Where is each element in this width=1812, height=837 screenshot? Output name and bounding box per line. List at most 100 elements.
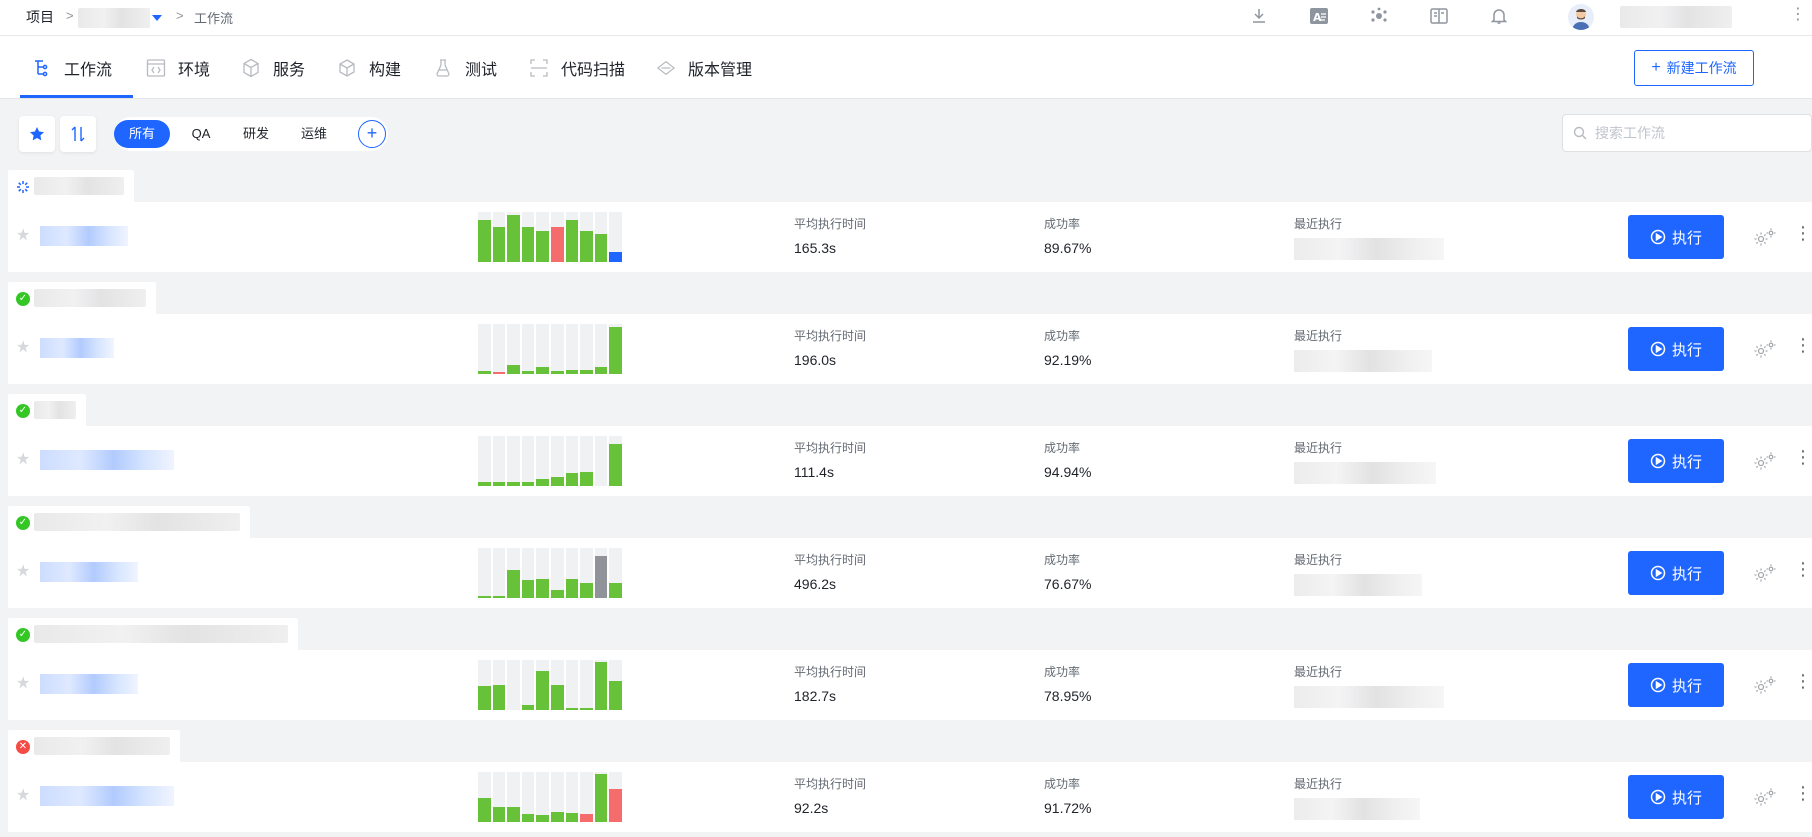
favorite-star-icon[interactable]: ★ <box>16 228 30 244</box>
history-bar-slot[interactable] <box>550 660 564 710</box>
search-input[interactable] <box>1595 125 1795 141</box>
settings-gear-icon[interactable] <box>1752 675 1778 698</box>
tab-version[interactable]: 版本管理 <box>656 55 752 81</box>
favorite-star-icon[interactable]: ★ <box>16 452 30 468</box>
history-bar-slot[interactable] <box>507 212 520 262</box>
tab-service[interactable]: 服务 <box>241 55 305 81</box>
history-bar-slot[interactable] <box>521 660 535 710</box>
plugins-icon[interactable] <box>1368 5 1390 27</box>
history-bar-slot[interactable] <box>536 772 549 822</box>
favorite-star-icon[interactable]: ★ <box>16 788 30 804</box>
history-bar-slot[interactable] <box>521 548 535 598</box>
settings-gear-icon[interactable] <box>1752 563 1778 586</box>
workflow-card[interactable]: ★ 平均执行时间 111.4s 成功率 94.94% 最近执行 执行 ⋮ <box>8 426 1812 496</box>
chevron-down-icon[interactable] <box>152 15 162 21</box>
history-bar-slot[interactable] <box>594 660 608 710</box>
history-bar-slot[interactable] <box>536 324 549 374</box>
history-bar-slot[interactable] <box>594 772 608 822</box>
history-bar-slot[interactable] <box>609 660 622 710</box>
recent-run-value[interactable] <box>1294 462 1436 484</box>
history-bar-slot[interactable] <box>478 436 491 486</box>
workflow-name-link[interactable] <box>40 226 128 246</box>
history-bar-slot[interactable] <box>478 660 491 710</box>
download-icon[interactable] <box>1248 5 1270 27</box>
history-bar-slot[interactable] <box>536 436 549 486</box>
bell-icon[interactable] <box>1488 5 1510 27</box>
settings-gear-icon[interactable] <box>1752 227 1778 250</box>
history-bar-slot[interactable] <box>580 772 593 822</box>
breadcrumb-project[interactable]: 项目 <box>26 7 54 27</box>
workflow-name-link[interactable] <box>40 674 138 694</box>
history-bar-slot[interactable] <box>594 548 608 598</box>
history-bar-slot[interactable] <box>565 660 579 710</box>
history-bar-slot[interactable] <box>609 548 622 598</box>
recent-run-value[interactable] <box>1294 574 1422 596</box>
history-bar-slot[interactable] <box>550 772 564 822</box>
history-bar-slot[interactable] <box>580 436 593 486</box>
history-bar-slot[interactable] <box>492 436 506 486</box>
workflow-card[interactable]: ★ 平均执行时间 496.2s 成功率 76.67% 最近执行 执行 ⋮ <box>8 538 1812 608</box>
run-workflow-button[interactable]: 执行 <box>1628 215 1724 259</box>
history-bar-slot[interactable] <box>594 436 608 486</box>
history-bar-slot[interactable] <box>550 548 564 598</box>
run-workflow-button[interactable]: 执行 <box>1628 663 1724 707</box>
history-bar-slot[interactable] <box>521 772 535 822</box>
history-bar-slot[interactable] <box>565 772 579 822</box>
run-workflow-button[interactable]: 执行 <box>1628 439 1724 483</box>
history-bar-slot[interactable] <box>580 548 593 598</box>
run-workflow-button[interactable]: 执行 <box>1628 775 1724 819</box>
history-bar-slot[interactable] <box>609 772 622 822</box>
workflow-name-link[interactable] <box>40 338 114 358</box>
history-bar-slot[interactable] <box>565 324 579 374</box>
history-bar-slot[interactable] <box>492 772 506 822</box>
settings-gear-icon[interactable] <box>1752 451 1778 474</box>
history-bar-slot[interactable] <box>594 212 608 262</box>
history-bar-slot[interactable] <box>536 660 549 710</box>
history-bar-slot[interactable] <box>492 212 506 262</box>
docs-icon[interactable] <box>1428 5 1450 27</box>
username[interactable] <box>1620 6 1732 28</box>
workflow-card[interactable]: ★ 平均执行时间 92.2s 成功率 91.72% 最近执行 执行 ⋮ <box>8 762 1812 832</box>
history-bar-slot[interactable] <box>507 548 520 598</box>
tab-build[interactable]: 构建 <box>337 55 401 81</box>
history-bar-slot[interactable] <box>521 324 535 374</box>
history-bar-slot[interactable] <box>609 436 622 486</box>
workflow-card[interactable]: ★ 平均执行时间 165.3s 成功率 89.67% 最近执行 执行 ⋮ <box>8 202 1812 272</box>
history-bar-slot[interactable] <box>565 212 579 262</box>
recent-run-value[interactable] <box>1294 798 1420 820</box>
breadcrumb-project-name[interactable] <box>78 8 150 28</box>
history-bar-slot[interactable] <box>507 436 520 486</box>
favorite-star-icon[interactable]: ★ <box>16 676 30 692</box>
history-bar-slot[interactable] <box>580 660 593 710</box>
settings-gear-icon[interactable] <box>1752 787 1778 810</box>
history-bar-slot[interactable] <box>609 212 622 262</box>
history-bar-slot[interactable] <box>536 212 549 262</box>
history-bar-slot[interactable] <box>550 324 564 374</box>
history-bar-slot[interactable] <box>492 548 506 598</box>
avatar[interactable] <box>1568 4 1594 30</box>
run-workflow-button[interactable]: 执行 <box>1628 327 1724 371</box>
filter-qa[interactable]: QA <box>176 120 226 148</box>
translate-icon[interactable]: A <box>1308 5 1330 27</box>
sort-button[interactable] <box>60 116 96 152</box>
history-bar-slot[interactable] <box>507 324 520 374</box>
favorite-star-icon[interactable]: ★ <box>16 340 30 356</box>
more-actions-icon[interactable]: ⋮ <box>1794 784 1812 802</box>
history-bar-slot[interactable] <box>478 772 491 822</box>
workflow-name-link[interactable] <box>40 786 174 806</box>
history-bar-slot[interactable] <box>565 436 579 486</box>
recent-run-value[interactable] <box>1294 350 1432 372</box>
filter-ops[interactable]: 运维 <box>288 120 340 148</box>
more-actions-icon[interactable]: ⋮ <box>1794 448 1812 466</box>
more-actions-icon[interactable]: ⋮ <box>1794 672 1812 690</box>
run-workflow-button[interactable]: 执行 <box>1628 551 1724 595</box>
add-filter-button[interactable]: + <box>358 120 386 148</box>
recent-run-value[interactable] <box>1294 238 1444 260</box>
recent-run-value[interactable] <box>1294 686 1444 708</box>
tab-code-scan[interactable]: 代码扫描 <box>529 55 625 81</box>
history-bar-slot[interactable] <box>521 212 535 262</box>
history-bar-slot[interactable] <box>492 660 506 710</box>
history-bar-slot[interactable] <box>507 772 520 822</box>
history-bar-slot[interactable] <box>521 436 535 486</box>
history-bar-slot[interactable] <box>478 548 491 598</box>
